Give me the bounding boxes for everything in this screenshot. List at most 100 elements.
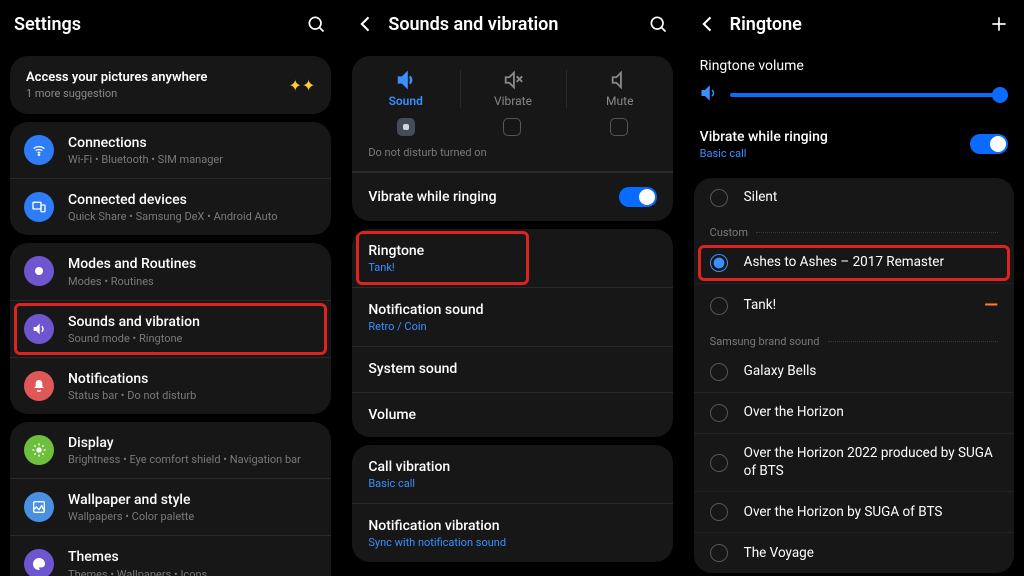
ringtone-option[interactable]: Silent [694, 178, 1014, 218]
vibrate-label: Vibrate while ringing [700, 128, 828, 146]
vibrate-while-ringing-row[interactable]: Vibrate while ringing [352, 172, 672, 221]
radio-icon[interactable] [710, 297, 728, 315]
search-icon[interactable] [647, 14, 669, 34]
settings-item[interactable]: Modes and Routines Modes • Routines [10, 243, 331, 299]
ringtone-option[interactable]: Ashes to Ashes – 2017 Remaster [694, 243, 1014, 283]
mode-tab-sound[interactable]: Sound [353, 70, 459, 108]
wifi-icon [24, 135, 54, 165]
settings-item[interactable]: Wallpaper and styleWallpapers • Color pa… [10, 478, 331, 535]
mode-label: Sound [389, 94, 423, 108]
item-title: Modes and Routines [68, 255, 317, 273]
setting-row[interactable]: Volume [352, 392, 672, 437]
item-subtitle: Sound mode • Ringtone [68, 332, 317, 345]
radio-icon[interactable] [710, 363, 728, 381]
settings-item[interactable]: Sounds and vibrationSound mode • Rington… [10, 300, 331, 357]
mode-label: Vibrate [494, 94, 532, 108]
setting-row[interactable]: Notification vibrationSync with notifica… [352, 503, 672, 562]
volume-slider[interactable] [730, 93, 1008, 97]
ringtone-option[interactable]: The Voyage [694, 532, 1014, 573]
settings-item[interactable]: Themes Themes • Wallpapers • Icons [10, 535, 331, 576]
ringtone-label: Tank! [744, 297, 985, 315]
setting-row[interactable]: Notification soundRetro / Coin [352, 287, 672, 346]
ringtone-option[interactable]: Tank!— [694, 283, 1014, 327]
item-subtitle: Quick Share • Samsung DeX • Android Auto [68, 210, 317, 223]
sound-icon [395, 70, 417, 90]
vibrate-icon [502, 70, 524, 90]
vibrate-while-ringing-label: Vibrate while ringing [368, 188, 496, 206]
mode-radio[interactable] [503, 118, 521, 136]
ringtone-label: Over the Horizon 2022 produced by SUGA o… [744, 445, 998, 480]
settings-item[interactable]: DisplayBrightness • Eye comfort shield •… [10, 422, 331, 478]
item-title: Connections [68, 134, 317, 152]
mode-radio[interactable] [610, 118, 628, 136]
vibration-settings-card: Call vibrationBasic callNotification vib… [352, 445, 672, 562]
suggestion-title: Access your pictures anywhere [26, 70, 207, 85]
suggestion-card[interactable]: Access your pictures anywhere 1 more sug… [10, 56, 331, 114]
mode-label: Mute [606, 94, 633, 108]
row-title: System sound [368, 360, 656, 378]
toggle-switch[interactable] [619, 187, 657, 207]
settings-header: Settings [0, 0, 341, 48]
ringtone-header: Ringtone [684, 0, 1024, 48]
radio-icon[interactable] [710, 503, 728, 521]
add-icon[interactable] [988, 14, 1010, 34]
mode-tab-vibrate[interactable]: Vibrate [460, 70, 566, 108]
settings-item[interactable]: Connected devicesQuick Share • Samsung D… [10, 178, 331, 235]
ringtone-label: Galaxy Bells [744, 363, 998, 381]
settings-item[interactable]: NotificationsStatus bar • Do not disturb [10, 357, 331, 414]
devices-icon [24, 192, 54, 222]
ringtone-option[interactable]: Over the Horizon [694, 392, 1014, 433]
item-subtitle: Wi-Fi • Bluetooth • SIM manager [68, 153, 317, 166]
ringtone-pane: Ringtone Ringtone volume Vibrate while r… [683, 0, 1024, 576]
settings-pane: Settings Access your pictures anywhere 1… [0, 0, 341, 576]
row-title: Volume [368, 406, 656, 424]
vibrate-while-ringing-row[interactable]: Vibrate while ringing Basic call [684, 116, 1024, 174]
row-title: Notification vibration [368, 517, 656, 535]
row-subtitle: Retro / Coin [368, 320, 656, 333]
item-subtitle: Modes • Routines [68, 275, 317, 288]
remove-icon[interactable]: — [984, 295, 998, 316]
mode-radio[interactable] [397, 118, 415, 136]
ringtone-option[interactable]: Over the Horizon by SUGA of BTS [694, 491, 1014, 532]
radio-icon[interactable] [710, 254, 728, 272]
back-icon[interactable] [698, 14, 718, 34]
sound-settings-card: RingtoneTank!Notification soundRetro / C… [352, 229, 672, 437]
brand-section-header: Samsung brand sound [694, 327, 1014, 352]
item-title: Notifications [68, 370, 317, 388]
ringtone-option[interactable]: Over the Horizon 2022 produced by SUGA o… [694, 433, 1014, 491]
item-title: Wallpaper and style [68, 491, 317, 509]
page-title: Sounds and vibration [388, 14, 646, 35]
modes-icon [24, 256, 54, 286]
row-subtitle: Sync with notification sound [368, 536, 656, 549]
setting-row[interactable]: Call vibrationBasic call [352, 445, 672, 503]
item-title: Display [68, 434, 317, 452]
setting-row[interactable]: RingtoneTank! [352, 229, 672, 287]
vibrate-sub: Basic call [700, 147, 828, 160]
themes-icon [24, 549, 54, 576]
ringtone-option[interactable]: Galaxy Bells [694, 352, 1014, 392]
radio-icon[interactable] [710, 544, 728, 562]
item-title: Themes [68, 548, 317, 566]
ringtone-list-card: Silent Custom Ashes to Ashes – 2017 Rema… [694, 178, 1014, 573]
ringtone-label: Over the Horizon by SUGA of BTS [744, 504, 998, 522]
radio-icon[interactable] [710, 189, 728, 207]
item-subtitle: Wallpapers • Color palette [68, 510, 317, 523]
item-title: Connected devices [68, 191, 317, 209]
row-subtitle: Tank! [368, 261, 656, 274]
item-subtitle: Themes • Wallpapers • Icons [68, 568, 317, 576]
settings-item[interactable]: ConnectionsWi-Fi • Bluetooth • SIM manag… [10, 122, 331, 178]
ringtone-label: The Voyage [744, 545, 998, 563]
search-icon[interactable] [305, 14, 327, 34]
volume-icon [700, 84, 718, 106]
sound-icon [24, 314, 54, 344]
row-title: Ringtone [368, 242, 656, 260]
mode-tab-mute[interactable]: Mute [566, 70, 672, 108]
ringtone-label: Over the Horizon [744, 404, 998, 422]
back-icon[interactable] [356, 14, 376, 34]
radio-icon[interactable] [710, 454, 728, 472]
radio-icon[interactable] [710, 404, 728, 422]
item-subtitle: Brightness • Eye comfort shield • Naviga… [68, 453, 317, 466]
toggle-switch[interactable] [970, 134, 1008, 154]
suggestion-subtitle: 1 more suggestion [26, 87, 207, 100]
setting-row[interactable]: System sound [352, 346, 672, 391]
